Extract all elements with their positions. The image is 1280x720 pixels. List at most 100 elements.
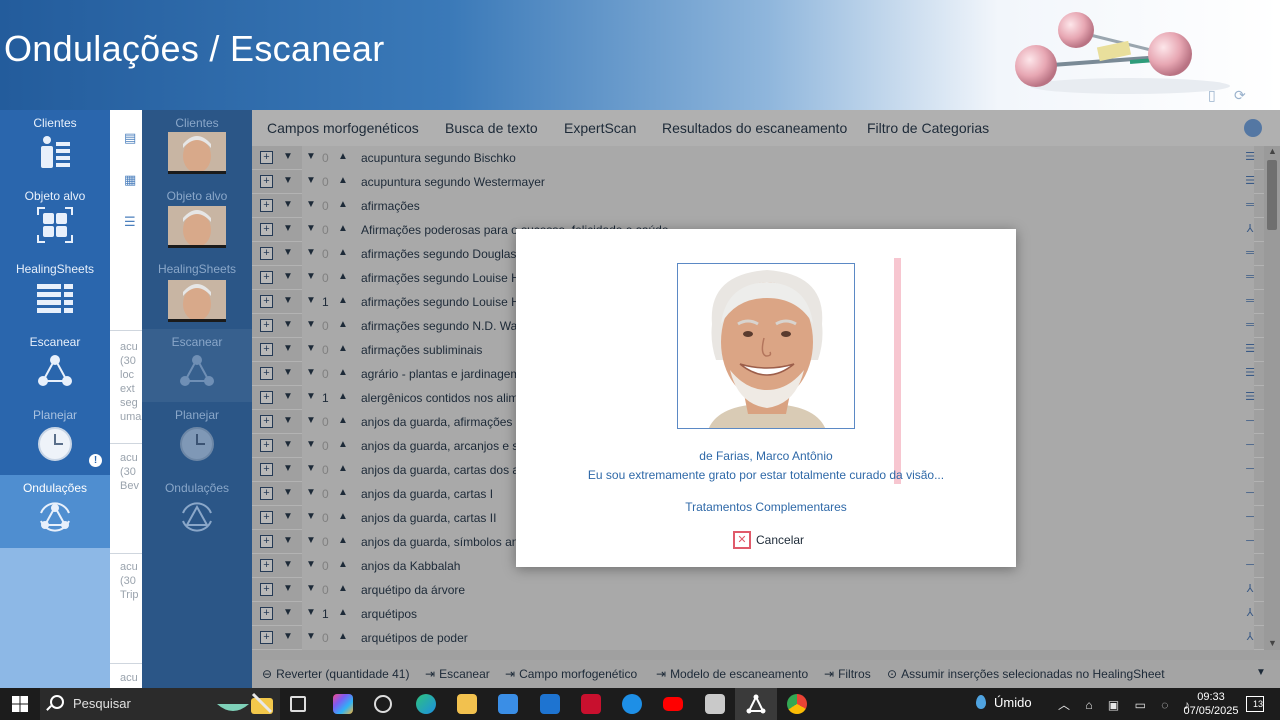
increase-icon[interactable]: ▲ (338, 583, 348, 594)
row-action-icon[interactable]: ☰ (1242, 392, 1258, 404)
decrease-icon[interactable]: ▼ (306, 559, 316, 570)
settings-gear-icon[interactable] (374, 695, 392, 713)
row-action-icon[interactable]: ─ (1242, 416, 1258, 428)
tab-resultados[interactable]: Resultados do escaneamento (662, 120, 847, 136)
increase-icon[interactable]: ▲ (338, 631, 348, 642)
expand-icon[interactable]: + (260, 607, 273, 620)
decrease-icon[interactable]: ▼ (306, 175, 316, 186)
row-action-icon[interactable]: ⅄ (1242, 584, 1258, 596)
row-action-icon[interactable]: ═ (1242, 200, 1258, 212)
dropdown-icon[interactable]: ▼ (283, 583, 293, 594)
cortana-icon[interactable] (622, 694, 642, 714)
chrome-icon[interactable] (787, 694, 807, 714)
row-action-icon[interactable]: ⅄ (1242, 224, 1258, 236)
row-action-icon[interactable]: ═ (1242, 320, 1258, 332)
chevron-down-icon[interactable]: ▼ (1256, 667, 1266, 678)
scan-button[interactable]: ⇥ Escanear (425, 667, 490, 681)
increase-icon[interactable]: ▲ (338, 415, 348, 426)
increase-icon[interactable]: ▲ (338, 535, 348, 546)
decrease-icon[interactable]: ▼ (306, 583, 316, 594)
list-scrollbar[interactable]: ▲ ▼ (1264, 146, 1280, 650)
nav-item-objeto-alvo[interactable]: Objeto alvo (0, 183, 110, 256)
increase-icon[interactable]: ▲ (338, 343, 348, 354)
increase-icon[interactable]: ▲ (338, 511, 348, 522)
expand-icon[interactable]: + (260, 271, 273, 284)
increase-icon[interactable]: ▲ (338, 463, 348, 474)
row-action-icon[interactable]: ⅄ (1242, 632, 1258, 644)
copilot-icon[interactable] (333, 694, 353, 714)
decrease-icon[interactable]: ▼ (306, 247, 316, 258)
list-row[interactable]: + ▼ ▼ 0 ▲ afirmações ═ (252, 194, 1264, 218)
mcafee-icon[interactable] (581, 694, 601, 714)
nav-item-escanear[interactable]: Escanear (0, 329, 110, 402)
increase-icon[interactable]: ▲ (338, 487, 348, 498)
row-action-icon[interactable]: ☰ (1242, 152, 1258, 164)
list-row[interactable]: + ▼ ▼ 1 ▲ arquétipos ⅄ (252, 602, 1264, 626)
healy-app-icon[interactable] (746, 694, 766, 714)
dropdown-icon[interactable]: ▼ (283, 391, 293, 402)
refresh-icon[interactable]: ⟳ (1234, 88, 1248, 102)
history-clock-icon[interactable] (1244, 119, 1262, 137)
expand-icon[interactable]: + (260, 247, 273, 260)
secondary-nav-planejar[interactable]: Planejar (142, 402, 252, 475)
expand-icon[interactable]: + (260, 583, 273, 596)
dropdown-icon[interactable]: ▼ (283, 319, 293, 330)
filters-button[interactable]: ⇥ Filtros (824, 667, 871, 681)
taskbar-search[interactable]: Pesquisar (40, 688, 280, 720)
dropdown-icon[interactable]: ▼ (283, 415, 293, 426)
decrease-icon[interactable]: ▼ (306, 487, 316, 498)
decrease-icon[interactable]: ▼ (306, 343, 316, 354)
dropdown-icon[interactable]: ▼ (283, 439, 293, 450)
list-row[interactable]: + ▼ ▼ 0 ▲ arquétipo da árvore ⅄ (252, 578, 1264, 602)
nav-item-healingsheets[interactable]: HealingSheets (0, 256, 110, 329)
edge-browser-icon[interactable] (416, 694, 436, 714)
expand-icon[interactable]: + (260, 151, 273, 164)
dropdown-icon[interactable]: ▼ (283, 631, 293, 642)
expand-icon[interactable]: + (260, 511, 273, 524)
microsoft-store-icon[interactable] (498, 694, 518, 714)
nav-item-clientes[interactable]: Clientes (0, 110, 110, 183)
secondary-nav-ondulacoes[interactable]: Ondulações (142, 475, 252, 548)
dropdown-icon[interactable]: ▼ (283, 295, 293, 306)
increase-icon[interactable]: ▲ (338, 319, 348, 330)
increase-icon[interactable]: ▲ (338, 367, 348, 378)
scroll-down-icon[interactable]: ▼ (1268, 638, 1277, 648)
dropdown-icon[interactable]: ▼ (283, 247, 293, 258)
increase-icon[interactable]: ▲ (338, 223, 348, 234)
dropdown-icon[interactable]: ▼ (283, 343, 293, 354)
row-action-icon[interactable]: ─ (1242, 536, 1258, 548)
row-action-icon[interactable]: ─ (1242, 560, 1258, 572)
notifications-icon[interactable]: 13 (1246, 696, 1264, 712)
morphogenetic-field-button[interactable]: ⇥ Campo morfogenético (505, 667, 637, 681)
windows-start-icon[interactable] (12, 696, 28, 712)
expand-icon[interactable]: + (260, 223, 273, 236)
scan-model-button[interactable]: ⇥ Modelo de escaneamento (656, 667, 808, 681)
tab-filtro-categorias[interactable]: Filtro de Categorias (867, 120, 989, 136)
dropdown-icon[interactable]: ▼ (283, 271, 293, 282)
youtube-icon[interactable] (663, 697, 683, 711)
expand-icon[interactable]: + (260, 463, 273, 476)
expand-icon[interactable]: + (260, 415, 273, 428)
scroll-up-icon[interactable]: ▲ (1268, 146, 1277, 156)
list-row[interactable]: + ▼ ▼ 0 ▲ acupuntura segundo Bischko ☰ (252, 146, 1264, 170)
expand-icon[interactable]: + (260, 199, 273, 212)
file-explorer-icon[interactable] (457, 694, 477, 714)
dropdown-icon[interactable]: ▼ (283, 559, 293, 570)
dropdown-icon[interactable]: ▼ (283, 535, 293, 546)
clock[interactable]: 09:33 07/05/2025 (1180, 690, 1242, 718)
dropdown-icon[interactable]: ▼ (283, 151, 293, 162)
expand-icon[interactable]: + (260, 439, 273, 452)
assume-insertions-button[interactable]: ⊙ Assumir inserções selecionadas no Heali… (887, 667, 1165, 681)
row-action-icon[interactable]: ☰ (1242, 368, 1258, 380)
increase-icon[interactable]: ▲ (338, 175, 348, 186)
increase-icon[interactable]: ▲ (338, 439, 348, 450)
layout-toggle-icon[interactable]: ▯ (1208, 88, 1222, 102)
dropdown-icon[interactable]: ▼ (283, 607, 293, 618)
decrease-icon[interactable]: ▼ (306, 631, 316, 642)
decrease-icon[interactable]: ▼ (306, 415, 316, 426)
expand-icon[interactable]: + (260, 487, 273, 500)
dropdown-icon[interactable]: ▼ (283, 367, 293, 378)
task-view-icon[interactable] (290, 696, 306, 712)
increase-icon[interactable]: ▲ (338, 271, 348, 282)
row-action-icon[interactable]: ─ (1242, 440, 1258, 452)
